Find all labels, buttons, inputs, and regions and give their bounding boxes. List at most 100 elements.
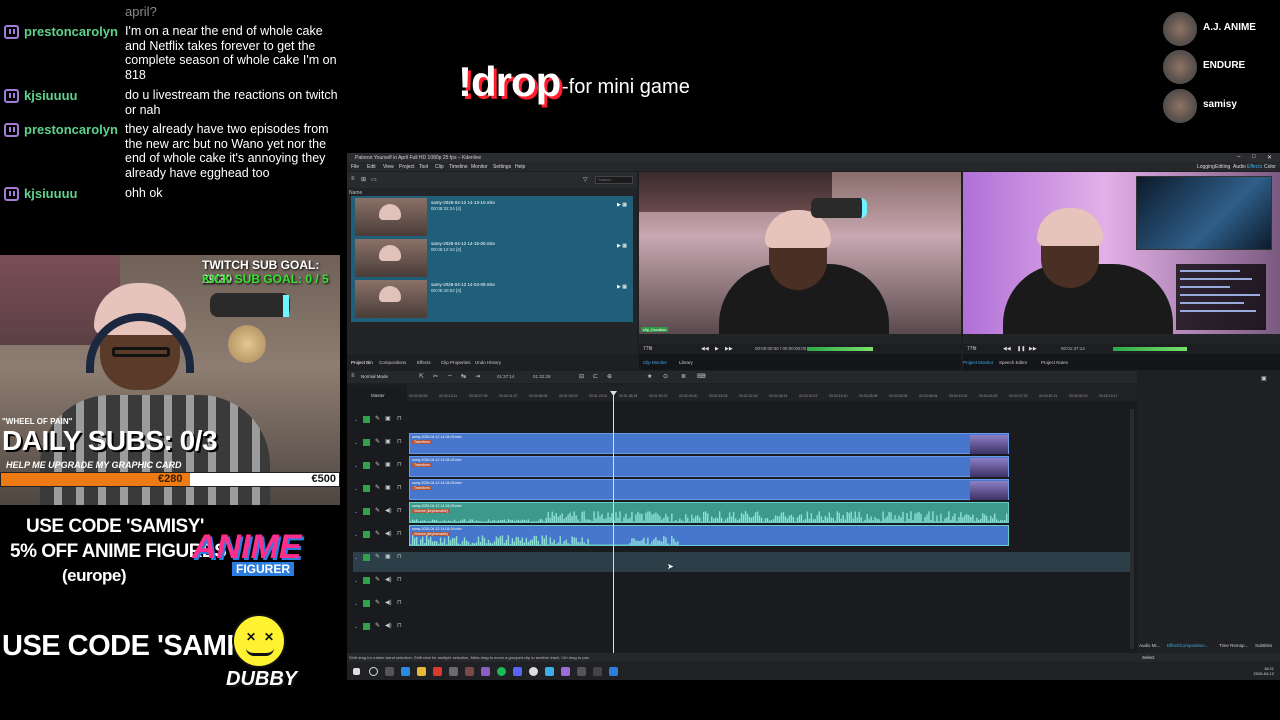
chat-username[interactable]: prestoncarolyn [24,122,118,137]
menu-icon[interactable]: ≡ [351,176,355,182]
rewind-icon[interactable]: ◀◀ [1003,346,1011,352]
tab-audio-mixer[interactable]: Audio Mi... [1139,643,1160,648]
tab-library[interactable]: Library [679,360,693,365]
search-icon[interactable] [369,667,378,676]
collapse-icon[interactable]: ⌄ [354,417,358,423]
edit-icon[interactable]: ✎ [375,438,380,445]
track-header[interactable]: ⌄ ✎ ▣ ⊓ [353,478,407,500]
keyboard-icon[interactable]: ⌨ [697,373,706,380]
status-select-tool[interactable]: Select [1142,655,1155,660]
lock-icon[interactable]: ⊓ [397,530,402,537]
menu-edit[interactable]: Edit [367,164,376,170]
menu-clip[interactable]: Clip [435,164,444,170]
edit-icon[interactable]: ✎ [375,507,380,514]
visibility-icon[interactable]: ▣ [385,553,391,560]
visibility-icon[interactable]: ▣ [385,484,391,491]
panel-options-icon[interactable]: ▣ [1261,375,1267,382]
maximize-icon[interactable]: □ [1252,154,1256,160]
menu-project[interactable]: Project [399,164,415,170]
taskbar-clock[interactable]: 16:21 2026-04-12 [1254,666,1274,676]
track-header[interactable]: ⌄ ✎ ▣ ⊓ [353,409,407,431]
lock-icon[interactable]: ⊓ [397,622,402,629]
bin-clip-item[interactable]: samy-2026-04-12 14-13-10.mkv 00:08:32:24… [351,196,633,236]
folder-icon[interactable]: ▭ [371,176,377,183]
tab-compositions[interactable]: Compositions [379,360,406,365]
tab-effects[interactable]: Effects [417,360,431,365]
forward-icon[interactable]: ▶▶ [1029,346,1037,352]
layout-tab-editing[interactable]: Editing [1215,164,1230,170]
lock-icon[interactable]: ⊓ [397,415,402,422]
tab-project-bin[interactable]: Project Bin [351,360,373,365]
track-header[interactable]: ⌄ ✎ ◀) ⊓ [353,616,407,638]
edit-icon[interactable]: ✎ [375,484,380,491]
app-icon[interactable] [465,667,474,676]
app-icon[interactable] [481,667,490,676]
edit-icon[interactable]: ✎ [375,415,380,422]
lock-icon[interactable]: ⊓ [397,507,402,514]
tab-clip-monitor[interactable]: Clip Monitor [643,360,667,365]
track-enable-toggle[interactable] [363,554,370,561]
rewind-icon[interactable]: ◀◀ [701,346,709,352]
menu-settings[interactable]: Settings [493,164,511,170]
start-menu-icon[interactable] [353,668,360,675]
collapse-icon[interactable]: ⌄ [354,532,358,538]
minimize-icon[interactable]: – [1237,154,1240,160]
edit-icon[interactable]: ✎ [375,622,380,629]
track-header[interactable]: ⌄ ✎ ▣ ⊓ [353,547,407,569]
project-monitor-zoom[interactable]: 77fit [967,346,976,352]
track-header[interactable]: ⌄ ✎ ◀) ⊓ [353,501,407,523]
project-monitor-ruler[interactable] [963,334,1280,344]
clip-effect-badge[interactable]: Transform [412,486,432,490]
slip-tool-icon[interactable]: ↹ [461,373,466,380]
track-enable-toggle[interactable] [363,577,370,584]
razor-tool-icon[interactable]: ✂ [433,373,438,380]
track-enable-toggle[interactable] [363,462,370,469]
video-clip[interactable]: samy-2026-04-12 14-04-09.mkv Transform [409,479,1009,500]
tab-speech-editor[interactable]: Speech Editor [999,360,1027,365]
app-icon[interactable] [433,667,442,676]
clip-monitor[interactable]: clip_Duration 77fit ◀◀ ▶ ▶▶ 00:00:00:00 … [639,172,961,502]
pause-icon[interactable]: ❚❚ [1017,346,1025,352]
bin-clip-item[interactable]: samy-2026-04-12 14-15-00.mkv 00:06:12:10… [351,237,633,277]
obs-icon[interactable] [529,667,538,676]
audio-icon[interactable]: ◀) [385,507,392,514]
tab-effect-composition[interactable]: Effect/Composition... [1167,643,1208,648]
filter-icon[interactable]: ▽ [583,176,588,183]
track-enable-toggle[interactable] [363,485,370,492]
add-clip-icon[interactable]: ⊞ [361,176,366,183]
select-tool-icon[interactable]: ⇱ [419,373,424,380]
audio-icon[interactable]: ◀) [385,622,392,629]
track-enable-toggle[interactable] [363,416,370,423]
edit-icon[interactable]: ✎ [375,461,380,468]
close-icon[interactable]: ✕ [1267,154,1272,161]
app-icon[interactable] [577,667,586,676]
timeline-mode-select[interactable]: Normal Mode [361,374,388,379]
lock-icon[interactable]: ⊓ [397,599,402,606]
collapse-icon[interactable]: ⌄ [354,555,358,561]
app-icon[interactable] [561,667,570,676]
track-header[interactable]: ⌄ ✎ ▣ ⊓ [353,432,407,454]
clip-monitor-ruler[interactable] [639,334,961,502]
snap-icon[interactable]: ⊟ [579,373,584,380]
edge-icon[interactable] [401,667,410,676]
layout-tab-effects[interactable]: Effects [1247,164,1262,170]
forward-icon[interactable]: ▶▶ [725,346,733,352]
menu-timeline[interactable]: Timeline [449,164,468,170]
timeline-scrollbar[interactable] [1130,409,1134,649]
effects-icon[interactable]: ⊙ [663,373,668,380]
clip-effect-badge[interactable]: Transform [412,463,432,467]
zone-icon[interactable]: ⊏ [593,373,598,380]
tab-undo-history[interactable]: Undo History [475,360,501,365]
chat-username[interactable]: kjsiuuuu [24,186,77,201]
playhead[interactable] [613,393,614,653]
chat-username[interactable]: kjsiuuuu [24,88,77,103]
clip-monitor-zoom[interactable]: 77fit [643,346,652,352]
lock-icon[interactable]: ⊓ [397,576,402,583]
track-enable-toggle[interactable] [363,439,370,446]
track-header[interactable]: ⌄ ✎ ◀) ⊓ [353,524,407,546]
zoom-icon[interactable]: ⊕ [607,373,612,380]
spotify-icon[interactable] [497,667,506,676]
lock-icon[interactable]: ⊓ [397,484,402,491]
edit-icon[interactable]: ✎ [375,553,380,560]
edit-icon[interactable]: ✎ [375,599,380,606]
